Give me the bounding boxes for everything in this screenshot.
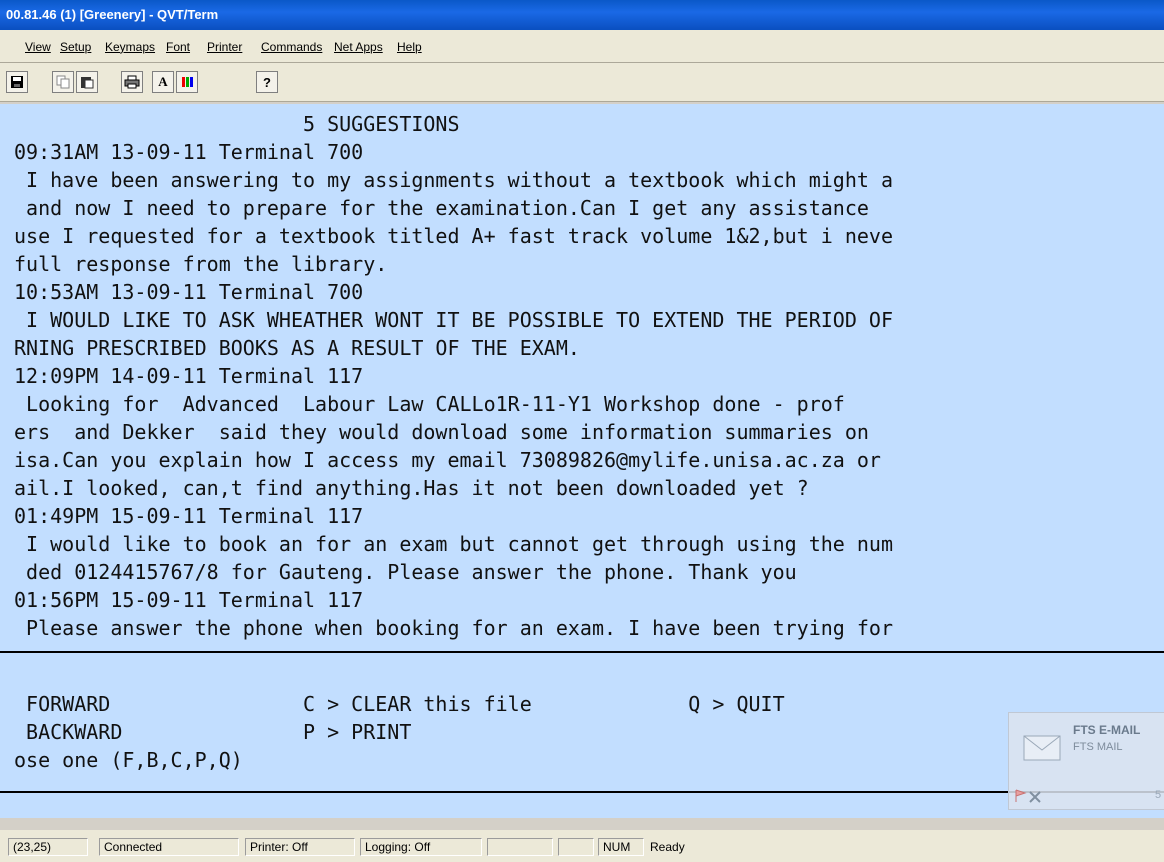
notification-count: 5: [1155, 789, 1162, 801]
logging-status: Logging: Off: [360, 838, 482, 856]
font-icon[interactable]: A: [152, 71, 174, 93]
menu-net-apps[interactable]: Net Apps: [334, 40, 383, 54]
terminal-line: ers and Dekker said they would download …: [14, 420, 869, 444]
terminal-line: 01:56PM 15-09-11 Terminal 117: [14, 588, 364, 612]
terminal-line: ail.I looked, can,t find anything.Has it…: [14, 476, 809, 500]
delete-icon[interactable]: [1029, 791, 1041, 803]
num-lock-indicator: NUM: [598, 838, 644, 856]
terminal-line: isa.Can you explain how I access my emai…: [14, 448, 881, 472]
cursor-position: (23,25): [8, 838, 88, 856]
printer-icon[interactable]: [121, 71, 143, 93]
status-empty-2: [558, 838, 594, 856]
terminal-line: Please answer the phone when booking for…: [14, 616, 893, 640]
terminal-line: full response from the library.: [14, 252, 388, 276]
option-line: BACKWARD P > PRINT: [14, 720, 412, 744]
terminal-line: RNING PRESCRIBED BOOKS AS A RESULT OF TH…: [14, 336, 580, 360]
printer-status: Printer: Off: [245, 838, 355, 856]
menu-help[interactable]: Help: [397, 40, 422, 54]
terminal-line: 09:31AM 13-09-11 Terminal 700: [14, 140, 364, 164]
divider: [0, 791, 1164, 793]
toolbar: A ?: [0, 63, 1164, 102]
terminal-line: and now I need to prepare for the examin…: [14, 196, 869, 220]
notification-subtitle: FTS MAIL: [1073, 741, 1123, 753]
email-notification[interactable]: FTS E-MAIL FTS MAIL 5: [1008, 712, 1164, 810]
terminal-line: 5 SUGGESTIONS: [14, 112, 460, 136]
paste-icon[interactable]: [76, 71, 98, 93]
connection-status: Connected: [99, 838, 239, 856]
menu-keymaps[interactable]: Keymaps: [105, 40, 155, 54]
help-icon[interactable]: ?: [256, 71, 278, 93]
terminal-screen[interactable]: 5 SUGGESTIONS 09:31AM 13-09-11 Terminal …: [0, 104, 1164, 818]
status-empty-1: [487, 838, 553, 856]
option-line: FORWARD C > CLEAR this file Q > QUIT: [14, 692, 785, 716]
terminal-line: ded 0124415767/8 for Gauteng. Please ans…: [14, 560, 797, 584]
copy-icon[interactable]: [52, 71, 74, 93]
notification-title: FTS E-MAIL: [1073, 723, 1141, 737]
envelope-icon: [1023, 735, 1061, 761]
flag-icon[interactable]: [1013, 789, 1027, 803]
status-bar: (23,25) Connected Printer: Off Logging: …: [0, 830, 1164, 862]
menu-setup[interactable]: Setup: [60, 40, 91, 54]
menu-bar: View Setup Keymaps Font Printer Commands…: [0, 30, 1164, 63]
terminal-line: Looking for Advanced Labour Law CALLo1R-…: [14, 392, 845, 416]
divider: [0, 651, 1164, 653]
ready-status: Ready: [650, 840, 685, 854]
menu-font[interactable]: Font: [166, 40, 190, 54]
terminal-line: use I requested for a textbook titled A+…: [14, 224, 893, 248]
terminal-line: I have been answering to my assignments …: [14, 168, 893, 192]
save-icon[interactable]: [6, 71, 28, 93]
colors-icon[interactable]: [176, 71, 198, 93]
menu-commands[interactable]: Commands: [261, 40, 322, 54]
terminal-line: I WOULD LIKE TO ASK WHEATHER WONT IT BE …: [14, 308, 893, 332]
window-title: 00.81.46 (1) [Greenery] - QVT/Term: [6, 7, 219, 22]
menu-view[interactable]: View: [25, 40, 51, 54]
menu-printer[interactable]: Printer: [207, 40, 242, 54]
title-bar: 00.81.46 (1) [Greenery] - QVT/Term: [0, 0, 1164, 30]
terminal-line: 12:09PM 14-09-11 Terminal 117: [14, 364, 364, 388]
terminal-line: 01:49PM 15-09-11 Terminal 117: [14, 504, 364, 528]
terminal-line: 10:53AM 13-09-11 Terminal 700: [14, 280, 364, 304]
terminal-line: I would like to book an for an exam but …: [14, 532, 893, 556]
command-prompt: ose one (F,B,C,P,Q): [14, 748, 243, 772]
